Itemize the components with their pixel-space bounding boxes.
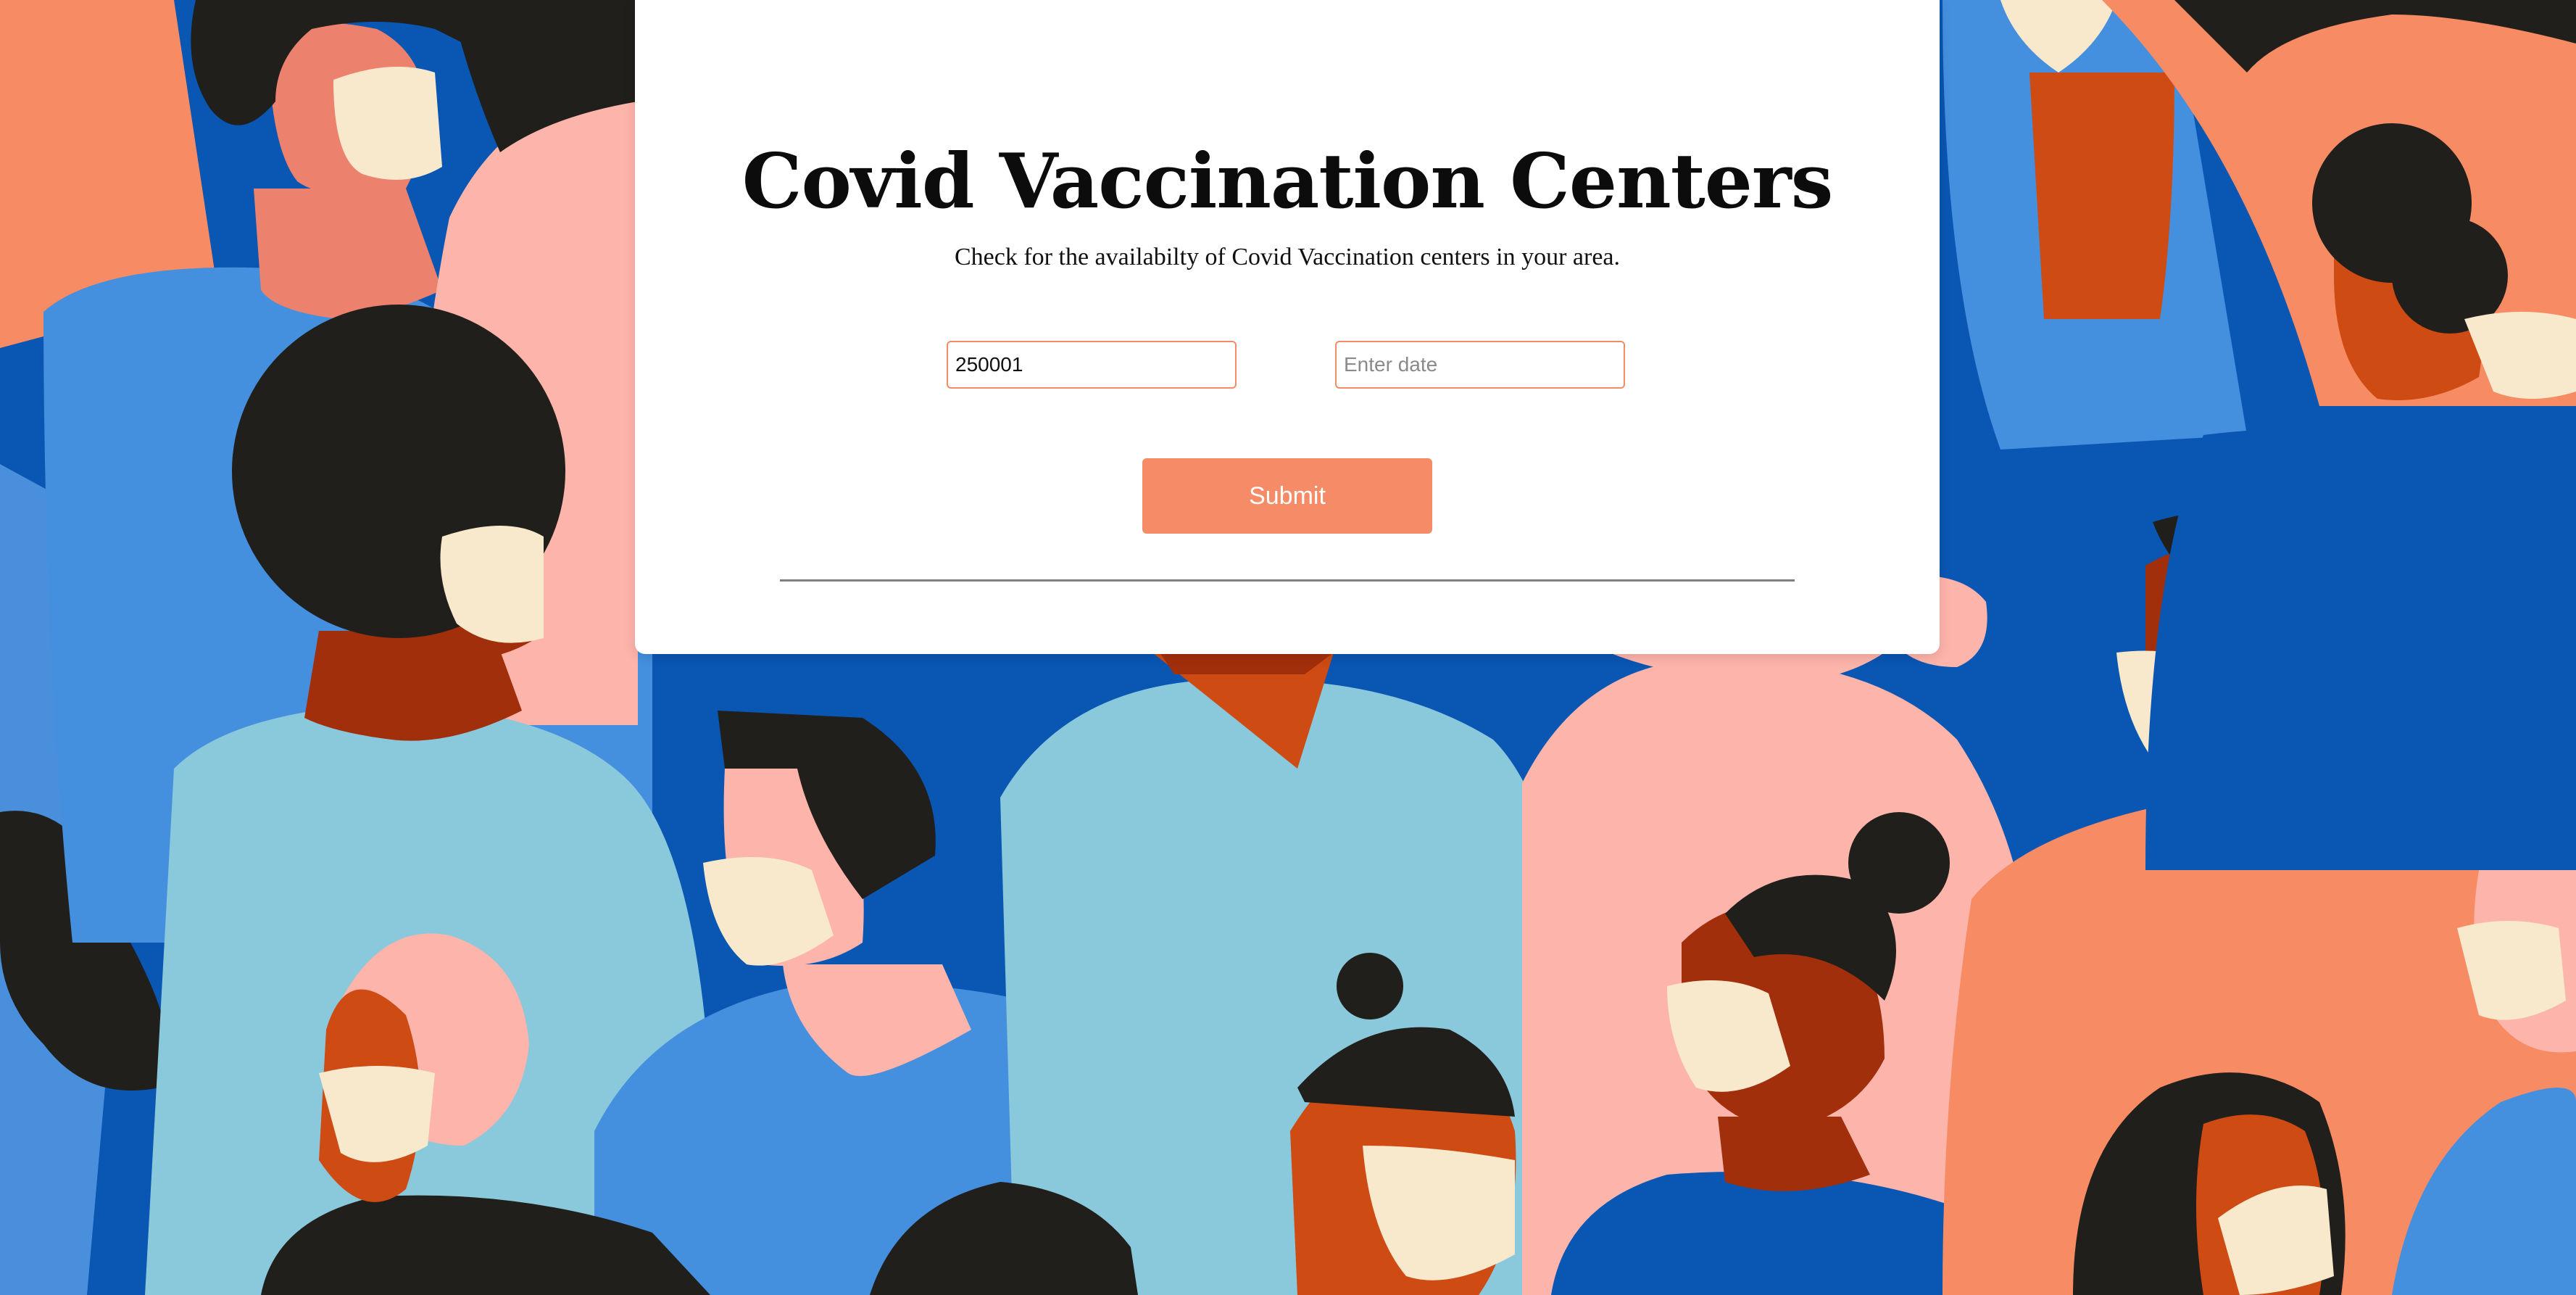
pincode-input[interactable] (947, 341, 1237, 389)
date-input[interactable] (1335, 341, 1625, 389)
submit-button[interactable]: Submit (1142, 458, 1432, 534)
search-card: Covid Vaccination Centers Check for the … (635, 0, 1940, 654)
page-title: Covid Vaccination Centers (741, 136, 1834, 226)
divider (780, 579, 1795, 582)
page-subtitle: Check for the availabilty of Covid Vacci… (955, 244, 1620, 270)
